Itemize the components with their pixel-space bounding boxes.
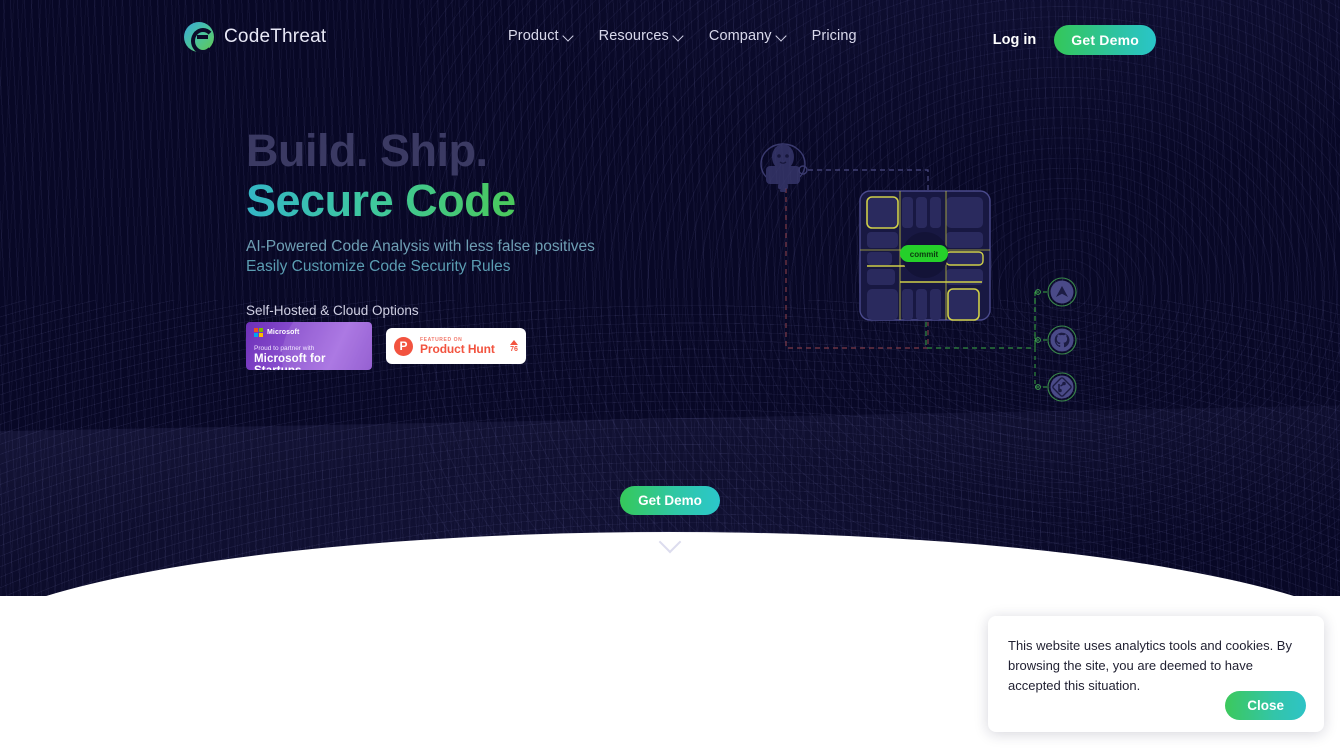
chevron-down-icon [777, 32, 786, 41]
nav-item-pricing-label: Pricing [811, 28, 857, 44]
cookie-actions: Close [1225, 691, 1306, 720]
integration-github [1047, 325, 1077, 355]
hero-cta-area: Get Demo [0, 486, 1340, 555]
hero-badges: Microsoft Proud to partner with Microsof… [246, 322, 526, 370]
hero-headline: Build. Ship. Secure Code [246, 128, 595, 223]
header-actions: Log in Get Demo [993, 25, 1156, 55]
microsoft-logo-icon [254, 328, 263, 337]
product-hunt-name: Product Hunt [420, 341, 495, 356]
nav-item-resources-label: Resources [598, 28, 669, 44]
login-link[interactable]: Log in [993, 32, 1037, 48]
hero-section: commit Build. Ship. Secure Code AI-Power… [0, 0, 1340, 596]
cookie-close-button[interactable]: Close [1225, 691, 1306, 720]
nav-item-company-label: Company [708, 28, 772, 44]
microsoft-brand-word: Microsoft [267, 329, 300, 336]
codethreat-logo-icon [184, 22, 214, 52]
pipeline-graphic-svg: commit [760, 143, 1077, 402]
chevron-down-icon [564, 32, 573, 41]
hero-get-demo-button[interactable]: Get Demo [620, 486, 720, 515]
microsoft-brand-row: Microsoft [254, 328, 364, 337]
scroll-down-chevron-icon[interactable] [659, 533, 681, 555]
nav-item-pricing[interactable]: Pricing [812, 28, 857, 44]
product-hunt-votes: 76 [510, 339, 518, 353]
cookie-consent-banner: This website uses analytics tools and co… [988, 616, 1324, 732]
hero-headline-line2: Secure Code [246, 175, 516, 226]
hero-copy: Build. Ship. Secure Code AI-Powered Code… [246, 128, 595, 318]
hero-sub-line1: AI-Powered Code Analysis with less false… [246, 238, 595, 255]
main-navigation: Product Resources Company Pricing [508, 28, 857, 44]
chevron-down-icon [674, 32, 683, 41]
nav-item-resources[interactable]: Resources [599, 28, 683, 44]
product-hunt-text: FEATURED ON Product Hunt [420, 337, 503, 356]
hero-headline-line1: Build. Ship. [246, 125, 488, 176]
product-hunt-vote-count: 76 [510, 345, 518, 353]
nav-item-product[interactable]: Product [508, 28, 573, 44]
header-get-demo-button[interactable]: Get Demo [1054, 25, 1156, 55]
site-header: CodeThreat Product Resources Company Pri… [0, 0, 1340, 76]
commit-label: commit [910, 250, 939, 259]
product-hunt-badge[interactable]: P FEATURED ON Product Hunt 76 [386, 328, 526, 364]
commit-badge: commit [900, 245, 948, 262]
integration-azure-devops [1047, 277, 1077, 307]
hero-sub-line2: Easily Customize Code Security Rules [246, 258, 511, 276]
brand-name: CodeThreat [224, 26, 327, 47]
robot-developer-icon [760, 143, 808, 192]
hero-subheading: AI-Powered Code Analysis with less false… [246, 237, 595, 277]
microsoft-for-startups-badge[interactable]: Microsoft Proud to partner with Microsof… [246, 322, 372, 370]
hero-illustration: commit [750, 140, 1090, 410]
hero-tagline: Self-Hosted & Cloud Options [246, 303, 419, 319]
brand-logo[interactable]: CodeThreat [184, 22, 326, 52]
nav-item-product-label: Product [508, 28, 559, 44]
page-root: commit Build. Ship. Secure Code AI-Power… [0, 0, 1340, 754]
cookie-consent-text: This website uses analytics tools and co… [1008, 638, 1292, 693]
microsoft-badge-line2: Microsoft for Startups [254, 353, 326, 370]
nav-item-company[interactable]: Company [709, 28, 786, 44]
upvote-triangle-icon [510, 339, 518, 345]
product-hunt-logo-icon: P [394, 336, 413, 356]
integration-git [1047, 372, 1077, 402]
microsoft-badge-line1: Proud to partner with [254, 345, 315, 352]
